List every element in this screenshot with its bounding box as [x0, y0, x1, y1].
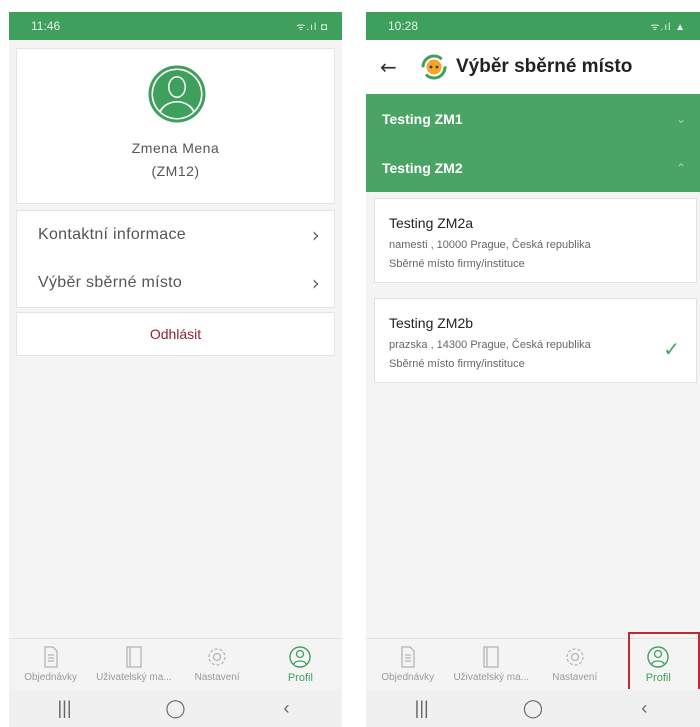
- checkmark-icon: ✓: [663, 337, 680, 361]
- nav-item-user-manual[interactable]: Uživatelský ma...: [450, 639, 534, 689]
- status-time: 11:46: [31, 19, 61, 33]
- group-name: Testing ZM2: [382, 159, 463, 176]
- nav-item-orders[interactable]: Objednávky: [366, 639, 450, 689]
- group-name: Testing ZM1: [382, 110, 463, 127]
- nav-label: Objednávky: [24, 672, 78, 683]
- status-time: 10:28: [388, 19, 419, 33]
- recent-apps-button[interactable]: |||: [392, 698, 452, 719]
- home-button[interactable]: ◯: [146, 698, 206, 719]
- location-address: namesti , 10000 Prague, Česká republika: [389, 239, 591, 251]
- profile-tab-highlight: [628, 632, 700, 692]
- nav-item-settings[interactable]: Nastavení: [176, 639, 259, 689]
- menu-item-label: Výběr sběrné místo: [38, 274, 183, 291]
- document-icon: [401, 646, 415, 668]
- nav-item-user-manual[interactable]: Uživatelský ma...: [92, 639, 175, 689]
- nav-label: Uživatelský ma...: [453, 672, 530, 683]
- location-type: Sběrné místo firmy/instituce: [389, 358, 525, 370]
- gear-icon: [566, 648, 584, 666]
- profile-name: Zmena Mena: [131, 140, 220, 156]
- nav-label: Uživatelský ma...: [96, 672, 172, 683]
- menu-item-label: Kontaktní informace: [38, 226, 186, 243]
- chevron-right-icon: ›: [311, 271, 320, 295]
- chevron-down-icon: ⌄: [675, 111, 686, 126]
- location-card-zm2b[interactable]: Testing ZM2b prazska , 14300 Prague, Čes…: [374, 298, 697, 383]
- book-icon: [483, 646, 499, 668]
- app-header: ← Výběr sběrné místo: [366, 40, 700, 94]
- nav-label: Profil: [287, 672, 313, 684]
- nav-item-orders[interactable]: Objednávky: [9, 639, 92, 689]
- avatar-icon: [148, 65, 206, 123]
- status-icons: ᯤ.ıl ◘: [296, 22, 328, 33]
- chevron-up-icon: ⌃: [675, 160, 686, 175]
- brand-logo-icon: [421, 54, 447, 80]
- back-arrow-icon[interactable]: ←: [380, 55, 420, 79]
- back-button[interactable]: ‹: [614, 698, 674, 719]
- profile-screen: 11:46 ᯤ.ıl ◘ Zmena Mena (ZM12) Kontaktní…: [9, 12, 342, 727]
- profile-card: Zmena Mena (ZM12): [16, 48, 335, 204]
- menu-item-contact-info[interactable]: Kontaktní informace ›: [17, 211, 334, 259]
- menu-item-collection-point[interactable]: Výběr sběrné místo ›: [17, 259, 334, 307]
- group-header-zm1[interactable]: Testing ZM1 ⌄: [366, 94, 700, 143]
- nav-item-profile[interactable]: Profil: [259, 639, 342, 689]
- location-card-zm2a[interactable]: Testing ZM2a namesti , 10000 Prague, Čes…: [374, 198, 697, 283]
- location-name: Testing ZM2b: [389, 315, 474, 331]
- profile-id: (ZM12): [151, 163, 200, 179]
- system-nav-bar: ||| ◯ ‹: [9, 689, 342, 727]
- system-nav-bar: ||| ◯ ‹: [366, 689, 700, 727]
- home-button[interactable]: ◯: [503, 698, 563, 719]
- nav-label: Nastavení: [552, 672, 598, 683]
- back-button[interactable]: ‹: [257, 698, 317, 719]
- nav-label: Nastavení: [194, 672, 240, 683]
- status-bar: 10:28 ᯤ.ıl ▲: [366, 12, 700, 40]
- page-title: Výběr sběrné místo: [456, 56, 633, 77]
- profile-menu: Kontaktní informace › Výběr sběrné místo…: [16, 210, 335, 308]
- location-address: prazska , 14300 Prague, Česká republika: [389, 339, 591, 351]
- document-icon: [43, 646, 58, 668]
- location-type: Sběrné místo firmy/instituce: [389, 258, 525, 270]
- group-header-zm2[interactable]: Testing ZM2 ⌃: [366, 143, 700, 192]
- chevron-right-icon: ›: [311, 223, 320, 247]
- nav-item-settings[interactable]: Nastavení: [533, 639, 617, 689]
- recent-apps-button[interactable]: |||: [35, 698, 95, 719]
- nav-label: Objednávky: [381, 672, 435, 683]
- profile-icon: [289, 646, 312, 668]
- gear-icon: [208, 648, 226, 666]
- bottom-nav: Objednávky Uživatelský ma... Nastavení P…: [9, 638, 342, 689]
- status-icons: ᯤ.ıl ▲: [650, 22, 686, 33]
- location-name: Testing ZM2a: [389, 215, 474, 231]
- book-icon: [126, 646, 142, 668]
- logout-button[interactable]: Odhlásit: [16, 312, 335, 356]
- collection-point-screen: 10:28 ᯤ.ıl ▲ ← Výběr sběrné místo Testin…: [366, 12, 700, 727]
- status-bar: 11:46 ᯤ.ıl ◘: [9, 12, 342, 40]
